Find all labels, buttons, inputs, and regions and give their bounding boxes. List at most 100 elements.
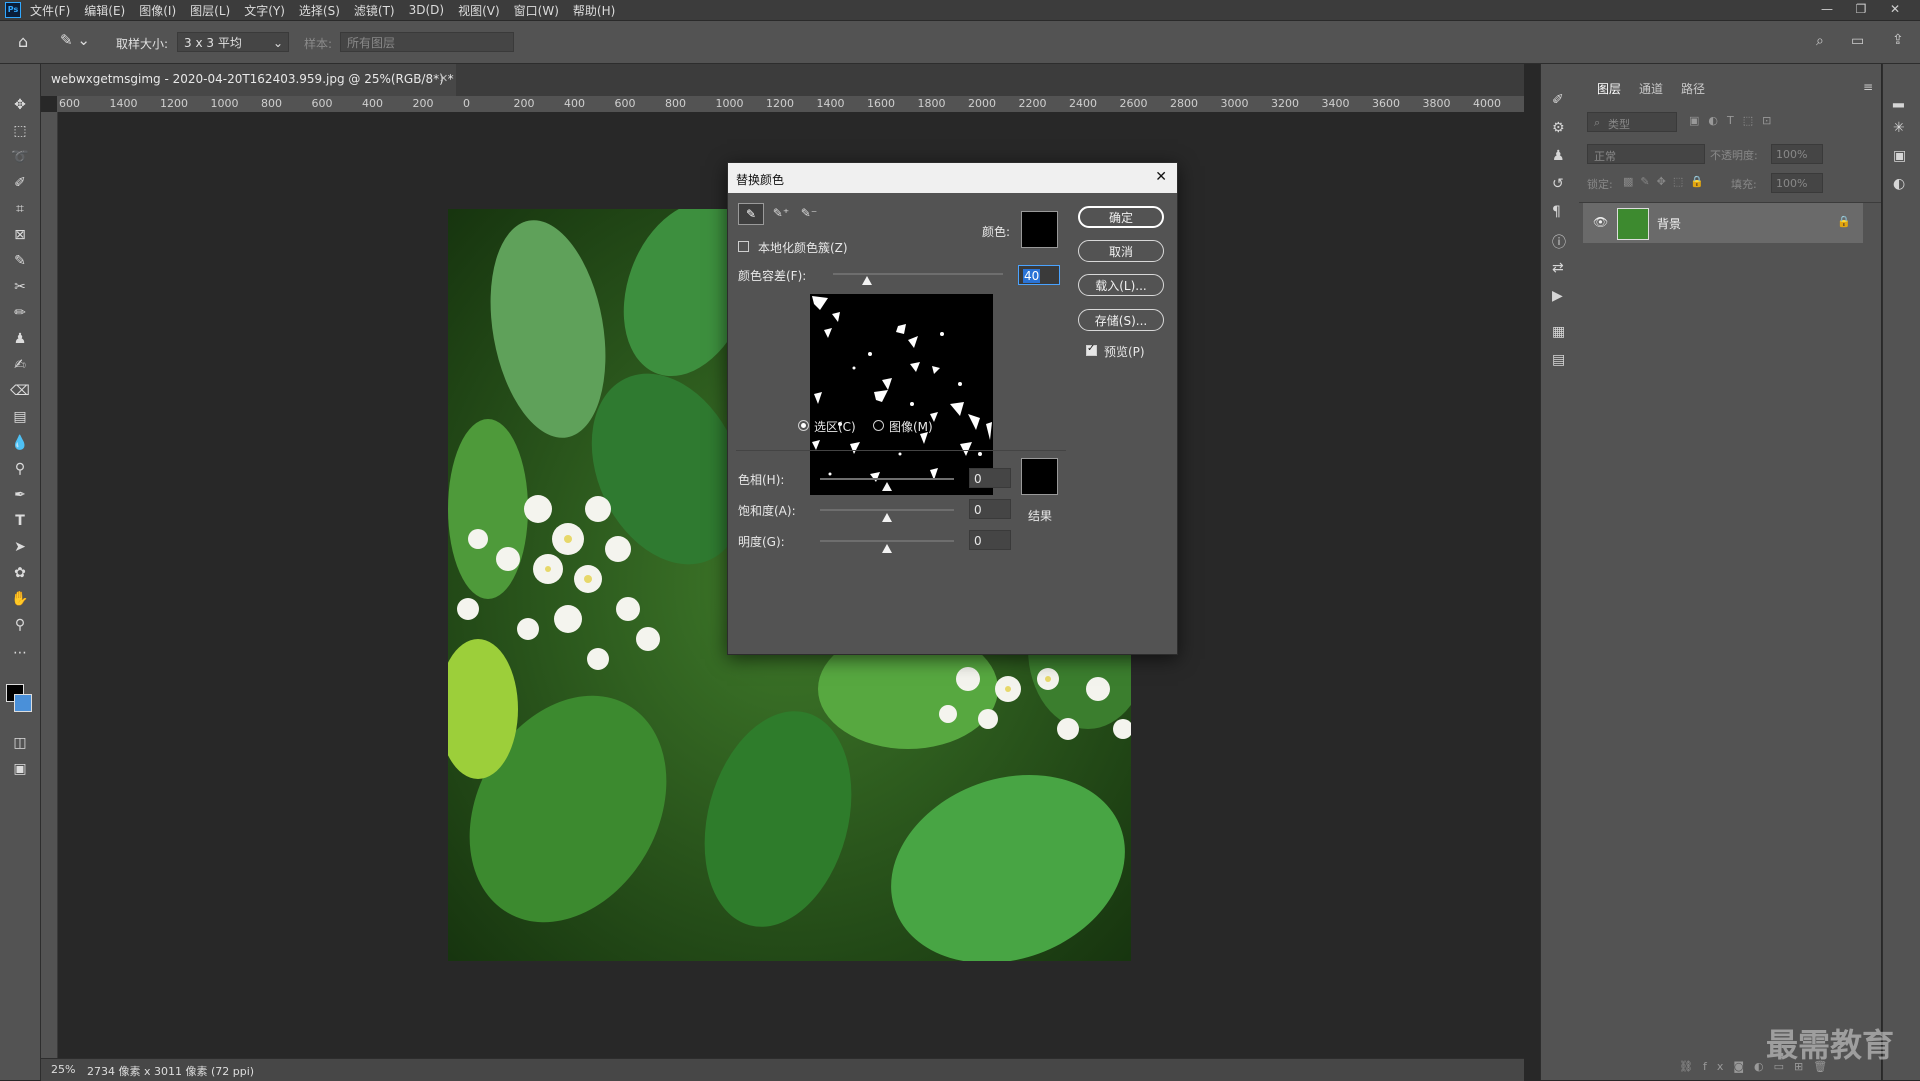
hue-slider-track[interactable] [820, 478, 954, 480]
blur-tool-icon[interactable]: 💧 [9, 432, 31, 454]
close-window-button[interactable]: ✕ [1880, 0, 1910, 20]
styles-icon[interactable]: ⇄ [1552, 260, 1564, 276]
fill-field[interactable]: 100% [1771, 173, 1823, 193]
eyedropper-minus-icon[interactable]: ✎⁻ [796, 203, 822, 225]
zoom-level[interactable]: 25% [51, 1063, 75, 1076]
target-color-swatch[interactable] [1021, 211, 1058, 248]
screen-mode-icon[interactable]: ▣ [9, 758, 31, 780]
menu-item[interactable]: 文字(Y) [244, 2, 285, 19]
menu-item[interactable]: 图层(L) [190, 2, 230, 19]
navigator-icon[interactable]: ✳ [1893, 120, 1905, 136]
sample-size-select[interactable]: 3 x 3 平均 ⌄ [177, 32, 289, 52]
sample-select[interactable]: 所有图层 [340, 32, 514, 52]
info-icon[interactable]: ⓘ [1552, 232, 1566, 252]
document-size-info[interactable]: 2734 像素 x 3011 像素 (72 ppi) [87, 1063, 254, 1079]
zoom-tool-icon[interactable]: ⚲ [9, 614, 31, 636]
hue-slider-thumb[interactable] [882, 482, 892, 491]
localized-clusters-checkbox[interactable] [738, 241, 749, 252]
home-icon[interactable]: ⌂ [18, 32, 38, 52]
more-tools-icon[interactable]: ⋯ [9, 642, 31, 664]
panel-tab[interactable]: 通道 [1639, 80, 1663, 97]
image-radio[interactable] [873, 420, 884, 431]
visibility-eye-icon[interactable]: 👁 [1593, 215, 1608, 229]
saturation-field[interactable]: 0 [969, 499, 1011, 519]
menu-item[interactable]: 选择(S) [299, 2, 340, 19]
character-icon[interactable]: ¶ [1552, 204, 1561, 220]
marquee-tool-icon[interactable]: ⬚ [9, 120, 31, 142]
panel-menu-icon[interactable]: ≡ [1863, 80, 1873, 94]
share-icon[interactable]: ⇪ [1892, 32, 1904, 48]
layer-filter-icons[interactable]: ▣◐T⬚⊡ [1689, 114, 1780, 127]
shape-tool-icon[interactable]: ✿ [9, 562, 31, 584]
menu-item[interactable]: 视图(V) [458, 2, 500, 19]
eyedropper-plus-icon[interactable]: ✎⁺ [768, 203, 794, 225]
result-color-swatch[interactable] [1021, 458, 1058, 495]
tolerance-slider-thumb[interactable] [862, 276, 872, 285]
load-button[interactable]: 载入(L)... [1078, 274, 1164, 296]
minimize-button[interactable]: — [1812, 0, 1842, 20]
quick-mask-icon[interactable]: ◫ [9, 732, 31, 754]
saturation-slider-track[interactable] [820, 509, 954, 511]
panel-tab[interactable]: 路径 [1681, 80, 1705, 97]
move-tool-icon[interactable]: ✥ [9, 94, 31, 116]
clone-source-icon[interactable]: ♟ [1552, 148, 1565, 164]
eyedropper-tool-icon[interactable]: ✎ ⌄ [60, 31, 90, 51]
layer-row[interactable]: 👁 背景 🔒 [1583, 203, 1863, 243]
saturation-slider-thumb[interactable] [882, 513, 892, 522]
crop-tool-icon[interactable]: ⌗ [9, 198, 31, 220]
blend-mode-select[interactable]: 正常 [1587, 144, 1705, 164]
selection-radio[interactable] [798, 420, 809, 431]
lightness-field[interactable]: 0 [969, 530, 1011, 550]
document-tab[interactable]: webwxgetmsgimg - 2020-04-20T162403.959.j… [41, 64, 457, 96]
lightness-slider-thumb[interactable] [882, 544, 892, 553]
path-select-icon[interactable]: ➤ [9, 536, 31, 558]
eraser-tool-icon[interactable]: ⌫ [9, 380, 31, 402]
stamp-tool-icon[interactable]: ♟ [9, 328, 31, 350]
history-brush-icon[interactable]: ✍ [9, 354, 31, 376]
healing-tool-icon[interactable]: ✂ [9, 276, 31, 298]
background-color-swatch[interactable] [14, 694, 32, 712]
libraries-icon[interactable]: ▦ [1552, 324, 1565, 340]
close-icon[interactable]: ✕ [1155, 169, 1167, 185]
close-tab-icon[interactable]: ✕ [439, 72, 448, 85]
restore-button[interactable]: ❐ [1846, 0, 1876, 20]
workspace-icon[interactable]: ▭ [1851, 33, 1864, 49]
lasso-tool-icon[interactable]: ➰ [9, 146, 31, 168]
eyedropper-icon[interactable]: ✎ [738, 203, 764, 225]
gradient-tool-icon[interactable]: ▤ [9, 406, 31, 428]
adjustments-icon[interactable]: ◐ [1893, 176, 1905, 192]
panel-tab[interactable]: 图层 [1597, 80, 1621, 97]
hue-field[interactable]: 0 [969, 468, 1011, 488]
notes-icon[interactable]: ▤ [1552, 352, 1565, 368]
brush-tool-icon[interactable]: ✏ [9, 302, 31, 324]
swatches-icon[interactable]: ▣ [1893, 148, 1906, 164]
ok-button[interactable]: 确定 [1078, 206, 1164, 228]
quick-select-tool-icon[interactable]: ✐ [9, 172, 31, 194]
menu-item[interactable]: 编辑(E) [84, 2, 125, 19]
frame-tool-icon[interactable]: ⊠ [9, 224, 31, 246]
eyedropper-icon[interactable]: ✎ [9, 250, 31, 272]
hand-tool-icon[interactable]: ✋ [9, 588, 31, 610]
layer-filter-select[interactable]: ⌕ 类型 [1587, 112, 1677, 132]
menu-item[interactable]: 图像(I) [139, 2, 176, 19]
type-tool-icon[interactable]: T [9, 510, 31, 532]
pen-tool-icon[interactable]: ✒ [9, 484, 31, 506]
menu-item[interactable]: 帮助(H) [573, 2, 615, 19]
save-button[interactable]: 存储(S)... [1078, 309, 1164, 331]
brush-settings-icon[interactable]: ✐ [1552, 92, 1564, 108]
tolerance-field[interactable]: 40 [1018, 265, 1060, 285]
menu-item[interactable]: 文件(F) [30, 2, 70, 19]
menu-item[interactable]: 滤镜(T) [354, 2, 395, 19]
lightness-slider-track[interactable] [820, 540, 954, 542]
menu-item[interactable]: 窗口(W) [514, 2, 559, 19]
histogram-icon[interactable]: ▂ [1893, 92, 1904, 108]
cancel-button[interactable]: 取消 [1078, 240, 1164, 262]
app-logo[interactable]: Ps [5, 2, 21, 18]
history-icon[interactable]: ↺ [1552, 176, 1564, 192]
menu-item[interactable]: 3D(D) [409, 3, 444, 17]
search-icon[interactable]: ⌕ [1816, 33, 1824, 49]
opacity-field[interactable]: 100% [1771, 144, 1823, 164]
preview-checkbox[interactable] [1086, 343, 1097, 356]
properties-icon[interactable]: ⚙ [1552, 120, 1565, 136]
dodge-tool-icon[interactable]: ⚲ [9, 458, 31, 480]
